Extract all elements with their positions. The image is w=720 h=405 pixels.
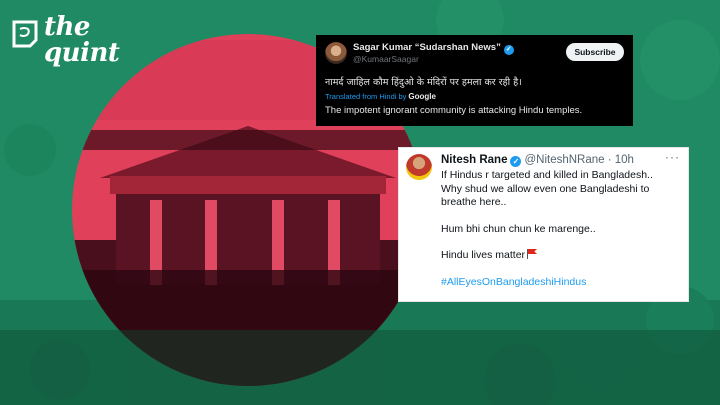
author-name-text: Nitesh Rane [441, 154, 508, 166]
tweet-text-translated: The impotent ignorant community is attac… [325, 105, 583, 116]
logo-word-quint: quint [44, 38, 120, 68]
hashtag-link[interactable]: #AllEyesOnBangladeshiHindus [441, 276, 685, 290]
author-name[interactable]: Nitesh Rane ✓ @NiteshNRane · 10h [441, 154, 634, 167]
avatar[interactable] [406, 154, 432, 180]
tweet-card-sagar-kumar: Sagar Kumar “Sudarshan News” ✓ @KumaarSaa… [316, 35, 633, 126]
red-flag-icon [527, 249, 538, 259]
logo-word-the: the [44, 12, 90, 42]
tweet-text-hindi: नामर्द जाहिल कौम हिंदुओ के मंदिरों पर हम… [325, 77, 522, 88]
tweet-line: Hum bhi chun chun ke marenge.. [441, 222, 596, 235]
google-logo: Google [408, 92, 436, 101]
tweet-card-nitesh-rane: Nitesh Rane ✓ @NiteshNRane · 10h ··· If Hi… [398, 147, 689, 302]
tweet-line: breathe here.. [441, 196, 507, 208]
subscribe-button[interactable]: Subscribe [566, 43, 624, 61]
tweet-line: Why shud we allow even one Bangladeshi t… [441, 182, 650, 195]
tweet-line: If Hindus r targeted and killed in Bangl… [441, 169, 653, 181]
avatar[interactable] [325, 42, 347, 64]
tweet-line: Hindu lives matter [441, 249, 526, 261]
verified-badge-icon: ✓ [503, 45, 514, 55]
tweet-body: If Hindus r targeted and killed in Bangl… [441, 169, 685, 289]
author-handle[interactable]: @KumaarSaagar [353, 54, 419, 64]
tweet-line-with-flag: Hindu lives matter [441, 249, 685, 263]
quint-q-icon [12, 20, 38, 48]
translation-label: Translated from Hindi by [325, 92, 407, 101]
verified-badge-icon: ✓ [510, 156, 522, 167]
translation-note[interactable]: Translated from Hindi by Google [325, 92, 436, 101]
the-quint-logo: the quint [10, 12, 130, 74]
author-name-text: Sagar Kumar “Sudarshan News” [353, 42, 501, 53]
more-options-icon[interactable]: ··· [665, 150, 680, 164]
author-handle-time[interactable]: @NiteshNRane · 10h [524, 154, 633, 166]
